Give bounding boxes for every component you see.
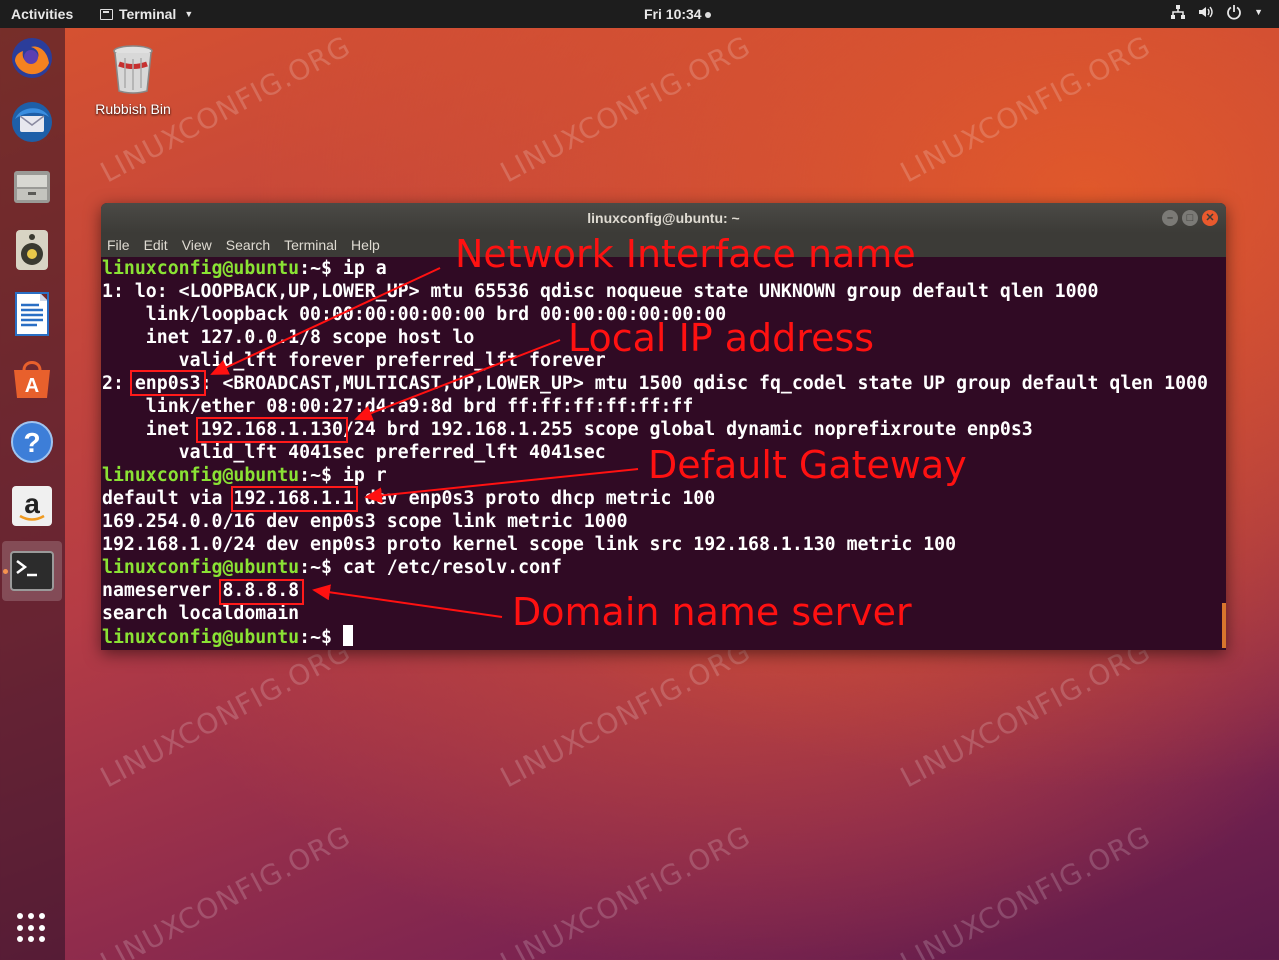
svg-text:A: A bbox=[25, 375, 39, 397]
minimize-button[interactable]: – bbox=[1162, 210, 1178, 226]
text-cursor bbox=[342, 625, 353, 646]
terminal-titlebar[interactable]: linuxconfig@ubuntu: ~ – □ ✕ bbox=[101, 203, 1226, 233]
annotation-interface: Network Interface name bbox=[455, 232, 916, 276]
terminal-line: linuxconfig@ubuntu:~$ bbox=[102, 625, 353, 648]
menu-file[interactable]: File bbox=[107, 237, 130, 253]
top-bar: Activities Terminal ▼ Fri 10:34 ▼ bbox=[0, 0, 1279, 28]
chevron-down-icon: ▼ bbox=[184, 9, 194, 19]
dock-rhythmbox[interactable] bbox=[8, 226, 56, 274]
terminal-line: 192.168.1.0/24 dev enp0s3 proto kernel s… bbox=[102, 534, 957, 555]
watermark: LINUXCONFIG.ORG bbox=[495, 634, 757, 795]
dock-amazon[interactable]: a bbox=[8, 482, 56, 530]
trash-label: Rubbish Bin bbox=[95, 101, 171, 117]
app-menu[interactable]: Terminal ▼ bbox=[100, 6, 193, 22]
thunderbird-icon bbox=[12, 102, 52, 142]
writer-icon bbox=[15, 292, 49, 336]
dock-writer[interactable] bbox=[8, 290, 56, 338]
terminal-line: 2: enp0s3: <BROADCAST,MULTICAST,UP,LOWER… bbox=[102, 373, 1208, 394]
terminal-line: search localdomain bbox=[102, 603, 300, 624]
system-tray[interactable]: ▼ bbox=[1170, 4, 1263, 20]
svg-text:?: ? bbox=[23, 427, 40, 458]
firefox-icon bbox=[12, 38, 52, 78]
clock-label: Fri 10:34 bbox=[644, 6, 702, 22]
menu-help[interactable]: Help bbox=[351, 237, 380, 253]
menu-search[interactable]: Search bbox=[226, 237, 270, 253]
power-icon bbox=[1227, 5, 1241, 20]
show-applications-icon[interactable] bbox=[17, 913, 47, 943]
dock-software[interactable]: A bbox=[8, 354, 56, 402]
terminal-line: 1: lo: <LOOPBACK,UP,LOWER_UP> mtu 65536 … bbox=[102, 281, 1099, 302]
watermark: LINUXCONFIG.ORG bbox=[95, 819, 357, 960]
software-center-icon: A bbox=[14, 361, 50, 398]
terminal-line: linuxconfig@ubuntu:~$ ip r bbox=[102, 465, 387, 486]
dock-firefox[interactable] bbox=[8, 34, 56, 82]
annotation-dns: Domain name server bbox=[512, 590, 912, 634]
menu-view[interactable]: View bbox=[182, 237, 212, 253]
chevron-down-icon: ▼ bbox=[1254, 7, 1263, 17]
watermark: LINUXCONFIG.ORG bbox=[895, 819, 1157, 960]
notification-dot-icon bbox=[704, 12, 711, 19]
terminal-line: linuxconfig@ubuntu:~$ cat /etc/resolv.co… bbox=[102, 557, 562, 578]
desktop-trash[interactable]: Rubbish Bin bbox=[88, 44, 178, 117]
terminal-scrollbar[interactable] bbox=[1222, 603, 1226, 648]
highlight-gateway bbox=[231, 486, 358, 512]
watermark: LINUXCONFIG.ORG bbox=[895, 29, 1157, 190]
maximize-button[interactable]: □ bbox=[1182, 210, 1198, 226]
network-icon bbox=[1171, 5, 1186, 19]
highlight-interface bbox=[130, 370, 206, 396]
terminal-line: valid_lft 4041sec preferred_lft 4041sec bbox=[102, 442, 606, 463]
volume-icon bbox=[1199, 6, 1213, 18]
terminal-title: linuxconfig@ubuntu: ~ bbox=[587, 210, 740, 226]
app-menu-label: Terminal bbox=[119, 6, 177, 22]
terminal-line: link/ether 08:00:27:d4:a9:8d brd ff:ff:f… bbox=[102, 396, 694, 417]
terminal-line: linuxconfig@ubuntu:~$ ip a bbox=[102, 258, 387, 279]
activities-button[interactable]: Activities bbox=[11, 6, 73, 22]
terminal-line: inet 127.0.0.1/8 scope host lo bbox=[102, 327, 475, 348]
dock-thunderbird[interactable] bbox=[8, 98, 56, 146]
highlight-local-ip bbox=[196, 417, 348, 443]
dock-files[interactable] bbox=[8, 162, 56, 210]
highlight-nameserver bbox=[219, 579, 304, 605]
rhythmbox-icon bbox=[16, 230, 48, 270]
terminal-line: default via 192.168.1.1 dev enp0s3 proto… bbox=[102, 488, 716, 509]
annotation-gateway: Default Gateway bbox=[648, 443, 967, 487]
close-button[interactable]: ✕ bbox=[1202, 210, 1218, 226]
watermark: LINUXCONFIG.ORG bbox=[495, 29, 757, 190]
terminal-line: valid_lft forever preferred_lft forever bbox=[102, 350, 606, 371]
dock-help[interactable]: ? bbox=[8, 418, 56, 466]
clock[interactable]: Fri 10:34 bbox=[644, 6, 711, 22]
terminal-icon bbox=[100, 8, 113, 20]
menu-terminal[interactable]: Terminal bbox=[284, 237, 337, 253]
watermark: LINUXCONFIG.ORG bbox=[95, 634, 357, 795]
terminal-line: 169.254.0.0/16 dev enp0s3 scope link met… bbox=[102, 511, 628, 532]
watermark: LINUXCONFIG.ORG bbox=[495, 819, 757, 960]
watermark: LINUXCONFIG.ORG bbox=[895, 634, 1157, 795]
menu-edit[interactable]: Edit bbox=[144, 237, 168, 253]
trash-icon bbox=[113, 45, 153, 94]
dock-terminal[interactable] bbox=[2, 541, 62, 601]
dock: A ? a bbox=[0, 28, 65, 960]
files-icon bbox=[14, 171, 50, 203]
amazon-icon: a bbox=[12, 486, 52, 526]
help-icon: ? bbox=[11, 421, 53, 463]
annotation-local-ip: Local IP address bbox=[568, 316, 875, 360]
svg-text:a: a bbox=[24, 488, 40, 519]
terminal-icon bbox=[10, 551, 54, 591]
